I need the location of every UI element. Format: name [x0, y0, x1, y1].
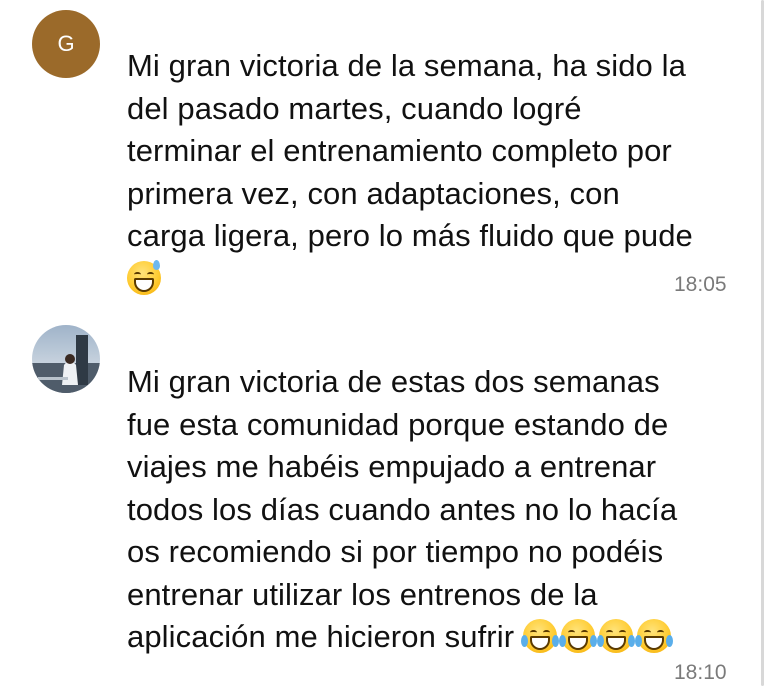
avatar[interactable]: G	[32, 10, 100, 78]
message-line: aplicación me hicieron sufrir	[127, 619, 515, 654]
message-line: terminar el entrenamiento completo por	[127, 133, 672, 168]
message-line: Mi gran victoria de la semana, ha sido l…	[127, 48, 686, 83]
message-timestamp: 18:10	[674, 661, 727, 684]
message-last-line: aplicación me hicieron sufrir	[127, 616, 737, 659]
grinning-sweat-emoji	[127, 259, 161, 295]
message-line: entrenar utilizar los entrenos de la	[127, 576, 598, 612]
message-line: carga ligera, pero lo más fluido que pud…	[127, 218, 693, 253]
message-line: viajes me habéis empujado a entrenar	[127, 449, 657, 484]
tears-of-joy-emoji	[596, 619, 635, 653]
message-line: os recomiendo si por tiempo no podéis	[127, 534, 664, 569]
message-text: Mi gran victoria de la semana, ha sido l…	[127, 45, 737, 300]
message-line: fue esta comunidad porque estando de	[127, 406, 669, 442]
message-line: primera vez, con adaptaciones, con	[127, 175, 620, 211]
message-line: todos los días cuando antes no lo hacía	[127, 491, 678, 527]
message-line: Mi gran victoria de estas dos semanas	[127, 364, 660, 399]
avatar-initial: G	[57, 31, 75, 56]
tears-of-joy-emoji	[558, 619, 597, 653]
avatar-photo-icon	[32, 325, 100, 393]
message-line: del pasado martes, cuando logré	[127, 90, 582, 126]
tears-of-joy-emoji	[634, 619, 673, 653]
emoji-line	[127, 258, 737, 301]
message-timestamp: 18:05	[674, 273, 727, 296]
message-text: Mi gran victoria de estas dos semanas fu…	[127, 361, 737, 659]
avatar[interactable]	[32, 325, 100, 393]
scrollbar[interactable]	[761, 0, 764, 686]
tears-of-joy-emoji	[520, 619, 559, 653]
